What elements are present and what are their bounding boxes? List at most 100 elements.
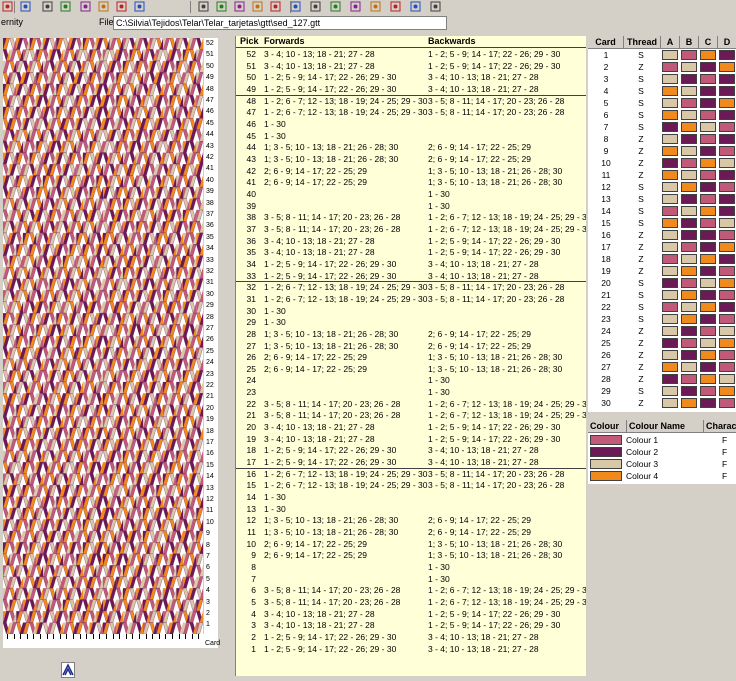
pick-row[interactable]: 45 1 - 30	[236, 130, 586, 142]
card-row[interactable]: 7S	[588, 121, 736, 133]
hole-colour-cell[interactable]	[662, 266, 678, 276]
open-icon[interactable]	[2, 1, 13, 12]
hole-colour-cell[interactable]	[662, 86, 678, 96]
hole-colour-cell[interactable]	[681, 98, 697, 108]
hole-colour-cell[interactable]	[700, 266, 716, 276]
card-row[interactable]: 1S	[588, 49, 736, 61]
pick-row[interactable]: 42 2; 6 - 9; 14 - 17; 22 - 25; 29 1; 3 - 5…	[236, 165, 586, 177]
hole-colour-cell[interactable]	[662, 254, 678, 264]
hole-colour-cell[interactable]	[681, 218, 697, 228]
pick-row[interactable]: 39 1 - 30	[236, 200, 586, 212]
colour-row[interactable]: Colour 4 F	[588, 470, 736, 482]
colour-row[interactable]: Colour 2 F	[588, 446, 736, 458]
hole-colour-cell[interactable]	[700, 374, 716, 384]
pick-row[interactable]: 14 1 - 30	[236, 491, 586, 503]
hole-colour-cell[interactable]	[719, 242, 735, 252]
hole-colour-cell[interactable]	[662, 398, 678, 408]
hole-colour-cell[interactable]	[662, 362, 678, 372]
pick-row[interactable]: 6 3 - 5; 8 - 11; 14 - 17; 20 - 23; 26 - 2…	[236, 584, 586, 596]
pick-row[interactable]: 4 3 - 4; 10 - 13; 18 - 21; 27 - 28 1 - 2; …	[236, 608, 586, 620]
hole-colour-cell[interactable]	[681, 362, 697, 372]
hole-colour-cell[interactable]	[662, 374, 678, 384]
pick-row[interactable]: 8 1 - 30	[236, 561, 586, 573]
hole-colour-cell[interactable]	[681, 182, 697, 192]
pick-row[interactable]: 11 1; 3 - 5; 10 - 13; 18 - 21; 26 - 28; 3…	[236, 526, 586, 538]
hole-colour-cell[interactable]	[700, 326, 716, 336]
card-row[interactable]: 8Z	[588, 133, 736, 145]
pick-row[interactable]: 38 3 - 5; 8 - 11; 14 - 17; 20 - 23; 26 - …	[236, 211, 586, 223]
hole-colour-cell[interactable]	[681, 134, 697, 144]
hole-colour-cell[interactable]	[700, 302, 716, 312]
pencil-icon[interactable]	[60, 1, 71, 12]
hole-colour-cell[interactable]	[700, 362, 716, 372]
hole-colour-cell[interactable]	[719, 110, 735, 120]
hole-colour-cell[interactable]	[681, 170, 697, 180]
hole-colour-cell[interactable]	[662, 146, 678, 156]
hole-colour-cell[interactable]	[719, 158, 735, 168]
hole-colour-cell[interactable]	[681, 86, 697, 96]
colour-row[interactable]: Colour 3 F	[588, 458, 736, 470]
hole-colour-cell[interactable]	[681, 350, 697, 360]
pick-row[interactable]: 41 2; 6 - 9; 14 - 17; 22 - 25; 29 1; 3 - 5…	[236, 176, 586, 188]
hole-colour-cell[interactable]	[700, 386, 716, 396]
open-icon[interactable]	[310, 1, 321, 12]
card-row[interactable]: 17 Z	[588, 241, 736, 253]
pick-row[interactable]: 31 1 - 2; 6 - 7; 12 - 13; 18 - 19; 24 - 2…	[236, 293, 586, 305]
pick-row[interactable]: 43 1; 3 - 5; 10 - 13; 18 - 21; 26 - 28; 3…	[236, 153, 586, 165]
hole-colour-cell[interactable]	[719, 170, 735, 180]
hole-colour-cell[interactable]	[700, 158, 716, 168]
card-row[interactable]: 25 Z	[588, 337, 736, 349]
pencil-icon[interactable]	[370, 1, 381, 12]
pick-row[interactable]: 17 1 - 2; 5 - 9; 14 - 17; 22 - 26; 29 - 3…	[236, 456, 586, 468]
print-icon[interactable]	[350, 1, 361, 12]
card-row[interactable]: 15 S	[588, 217, 736, 229]
card-row[interactable]: 18 Z	[588, 253, 736, 265]
hole-colour-cell[interactable]	[700, 254, 716, 264]
colour-swatch[interactable]	[590, 447, 622, 457]
pick-row[interactable]: 35 3 - 4; 10 - 13; 18 - 21; 27 - 28 1 - 2;…	[236, 246, 586, 258]
pick-row[interactable]: 40 1 - 30	[236, 188, 586, 200]
hole-colour-cell[interactable]	[662, 314, 678, 324]
card-row[interactable]: 5S	[588, 97, 736, 109]
chart-icon[interactable]	[252, 1, 263, 12]
save-icon[interactable]	[330, 1, 341, 12]
hole-colour-cell[interactable]	[700, 338, 716, 348]
paste-icon[interactable]	[216, 1, 227, 12]
hole-colour-cell[interactable]	[700, 230, 716, 240]
hole-colour-cell[interactable]	[681, 326, 697, 336]
card-row[interactable]: 27 Z	[588, 361, 736, 373]
pick-row[interactable]: 50 1 - 2; 5 - 9; 14 - 17; 22 - 26; 29 - 3…	[236, 71, 586, 83]
pick-row[interactable]: 29 1 - 30	[236, 316, 586, 328]
image-icon[interactable]	[98, 1, 109, 12]
pick-row[interactable]: 33 1 - 2; 5 - 9; 14 - 17; 22 - 26; 29 - 3…	[236, 270, 586, 282]
hole-colour-cell[interactable]	[662, 50, 678, 60]
card-row[interactable]: 4S	[588, 85, 736, 97]
hole-colour-cell[interactable]	[700, 122, 716, 132]
hole-colour-cell[interactable]	[719, 218, 735, 228]
hole-colour-cell[interactable]	[681, 290, 697, 300]
hole-colour-cell[interactable]	[700, 98, 716, 108]
hole-colour-cell[interactable]	[719, 338, 735, 348]
hole-colour-cell[interactable]	[662, 218, 678, 228]
card-row[interactable]: 14 S	[588, 205, 736, 217]
pick-row[interactable]: 27 1; 3 - 5; 10 - 13; 18 - 21; 26 - 28; 3…	[236, 340, 586, 352]
hole-colour-cell[interactable]	[681, 74, 697, 84]
pick-row[interactable]: 52 3 - 4; 10 - 13; 18 - 21; 27 - 28 1 - 2;…	[236, 48, 586, 60]
hole-colour-cell[interactable]	[700, 170, 716, 180]
hole-colour-cell[interactable]	[681, 242, 697, 252]
hole-colour-cell[interactable]	[662, 122, 678, 132]
card-row[interactable]: 23 S	[588, 313, 736, 325]
colour-swatch[interactable]	[590, 471, 622, 481]
text-icon[interactable]	[80, 1, 91, 12]
hole-colour-cell[interactable]	[719, 386, 735, 396]
colour-swatch[interactable]	[590, 435, 622, 445]
grid-icon[interactable]	[430, 1, 441, 12]
card-row[interactable]: 28 Z	[588, 373, 736, 385]
pick-row[interactable]: 5 3 - 5; 8 - 11; 14 - 17; 20 - 23; 26 - 2…	[236, 596, 586, 608]
file-path-input[interactable]: C:\Silvia\Tejidos\Telar\Telar_tarjetas\g…	[113, 16, 447, 30]
hole-colour-cell[interactable]	[681, 110, 697, 120]
hole-colour-cell[interactable]	[700, 290, 716, 300]
hole-colour-cell[interactable]	[719, 86, 735, 96]
pick-row[interactable]: 20 3 - 4; 10 - 13; 18 - 21; 27 - 28 1 - 2;…	[236, 421, 586, 433]
hole-colour-cell[interactable]	[681, 302, 697, 312]
